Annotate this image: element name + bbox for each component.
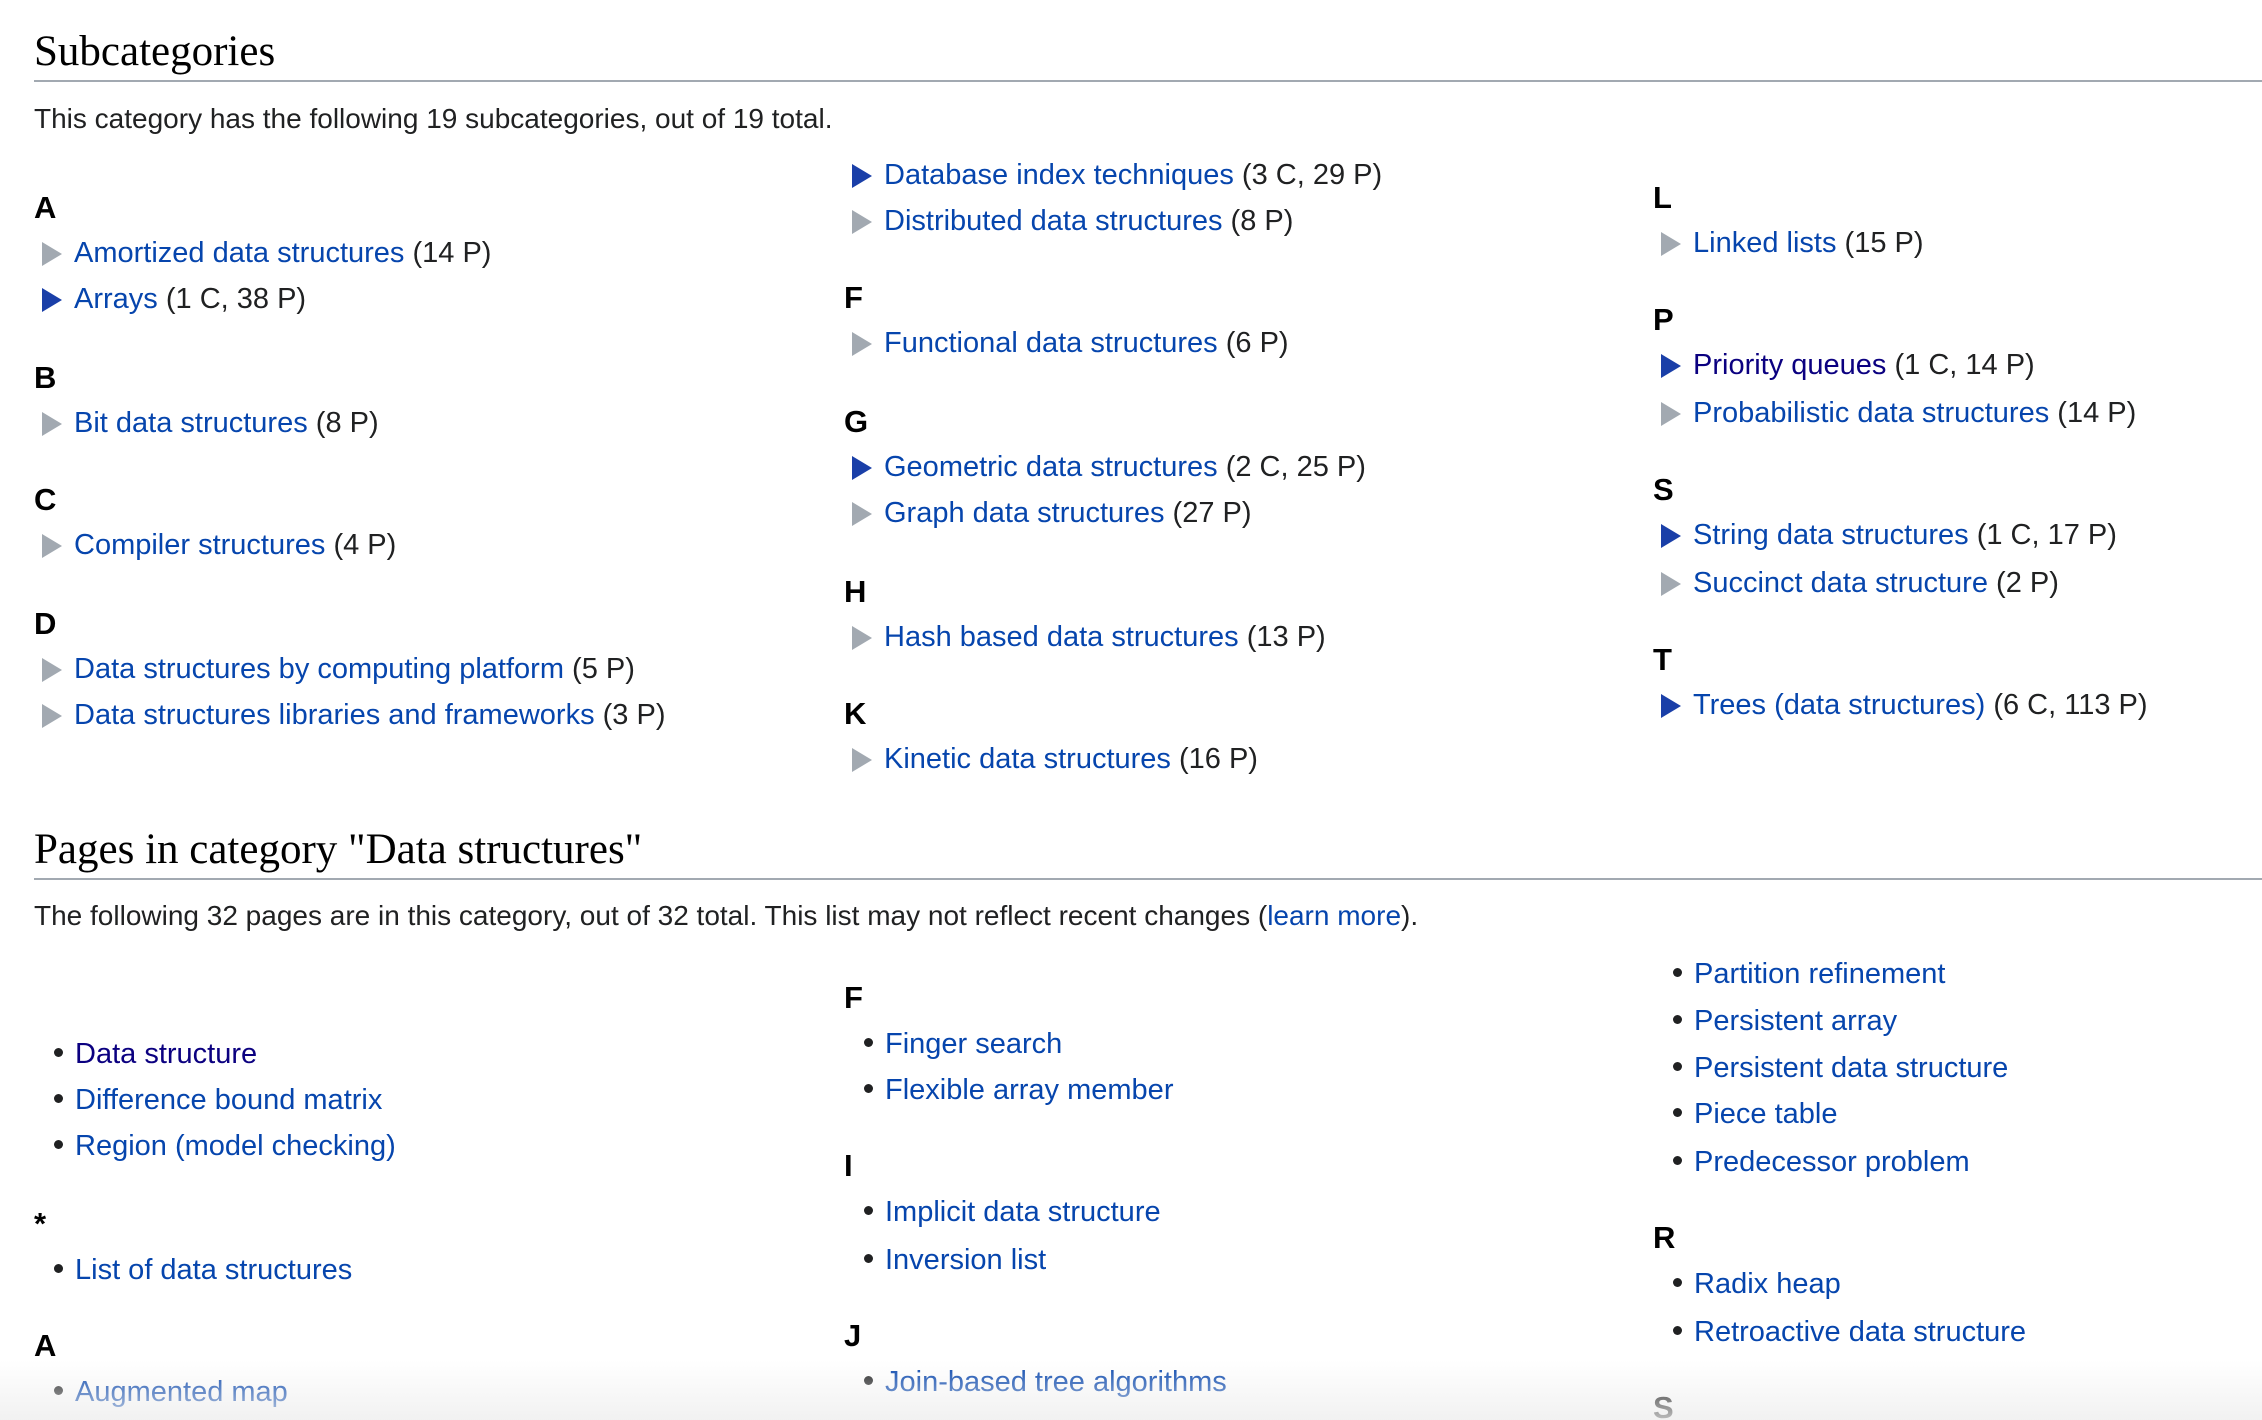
- pages-column-1: Data structure Difference bound matrix R…: [34, 0, 814, 1420]
- bullet-icon: [54, 1264, 63, 1273]
- pages-column-3: Partition refinement Persistent array Pe…: [1653, 0, 2262, 1420]
- page-link[interactable]: Inversion list: [885, 1244, 1046, 1276]
- bullet-icon: [54, 1094, 63, 1103]
- pages-section: Pages in category "Data structures" The …: [34, 0, 2262, 1420]
- page-list-item: Region (model checking): [34, 1132, 396, 1161]
- page-link[interactable]: Retroactive data structure: [1694, 1316, 2026, 1348]
- page-link[interactable]: Augmented map: [75, 1376, 288, 1408]
- page-list-item: Retroactive data structure: [1653, 1318, 2026, 1347]
- page-list-item: Data structure: [34, 1040, 257, 1069]
- page-link[interactable]: Partition refinement: [1694, 958, 1945, 990]
- page-list-item: Persistent data structure: [1653, 1054, 2008, 1083]
- page-list-item: Piece table: [1653, 1100, 1838, 1129]
- page-link[interactable]: Flexible array member: [885, 1074, 1173, 1106]
- page-link[interactable]: Predecessor problem: [1694, 1146, 1970, 1178]
- page-list-item: Predecessor problem: [1653, 1148, 1970, 1177]
- page-link[interactable]: Join-based tree algorithms: [885, 1366, 1227, 1398]
- bullet-icon: [54, 1386, 63, 1395]
- letter-heading: A: [34, 1328, 57, 1363]
- page-list-item: Radix heap: [1653, 1270, 1841, 1299]
- page-list-item: Implicit data structure: [844, 1198, 1161, 1227]
- page-list-item: Augmented map: [34, 1378, 288, 1407]
- page-list-item: Flexible array member: [844, 1076, 1173, 1105]
- letter-heading: S: [1653, 1390, 1674, 1420]
- page-link[interactable]: Radix heap: [1694, 1268, 1841, 1300]
- page-list-item: List of data structures: [34, 1256, 352, 1285]
- page-list-item: Inversion list: [844, 1246, 1046, 1275]
- page-link[interactable]: Persistent data structure: [1694, 1052, 2008, 1084]
- bullet-icon: [54, 1140, 63, 1149]
- page-list-item: Persistent array: [1653, 1007, 1897, 1036]
- bullet-icon: [1673, 1062, 1682, 1071]
- letter-heading: J: [844, 1318, 862, 1353]
- page-list-item: Join-based tree algorithms: [844, 1368, 1227, 1397]
- page-list-item: Difference bound matrix: [34, 1086, 382, 1115]
- bullet-icon: [54, 1048, 63, 1057]
- page-link[interactable]: Implicit data structure: [885, 1196, 1161, 1228]
- bullet-icon: [864, 1376, 873, 1385]
- page-link[interactable]: List of data structures: [75, 1254, 352, 1286]
- bullet-icon: [1673, 1108, 1682, 1117]
- bullet-icon: [864, 1084, 873, 1093]
- bullet-icon: [864, 1038, 873, 1047]
- letter-heading: F: [844, 980, 863, 1015]
- bullet-icon: [864, 1206, 873, 1215]
- bullet-icon: [864, 1254, 873, 1263]
- letter-heading: R: [1653, 1220, 1676, 1255]
- letter-heading: *: [34, 1206, 47, 1241]
- letter-heading: I: [844, 1148, 853, 1183]
- category-page: Subcategories This category has the foll…: [0, 0, 2262, 1420]
- page-link[interactable]: Finger search: [885, 1028, 1062, 1060]
- page-link[interactable]: Piece table: [1694, 1098, 1838, 1130]
- bullet-icon: [1673, 1156, 1682, 1165]
- bullet-icon: [1673, 1326, 1682, 1335]
- bullet-icon: [1673, 968, 1682, 977]
- page-link[interactable]: Data structure: [75, 1038, 257, 1070]
- page-link[interactable]: Persistent array: [1694, 1005, 1897, 1037]
- bullet-icon: [1673, 1278, 1682, 1287]
- page-list-item: Finger search: [844, 1030, 1062, 1059]
- bullet-icon: [1673, 1015, 1682, 1024]
- page-link[interactable]: Difference bound matrix: [75, 1084, 382, 1116]
- page-link[interactable]: Region (model checking): [75, 1130, 396, 1162]
- pages-column-2: F Finger search Flexible array member I …: [844, 0, 1624, 1420]
- page-list-item: Partition refinement: [1653, 960, 1945, 989]
